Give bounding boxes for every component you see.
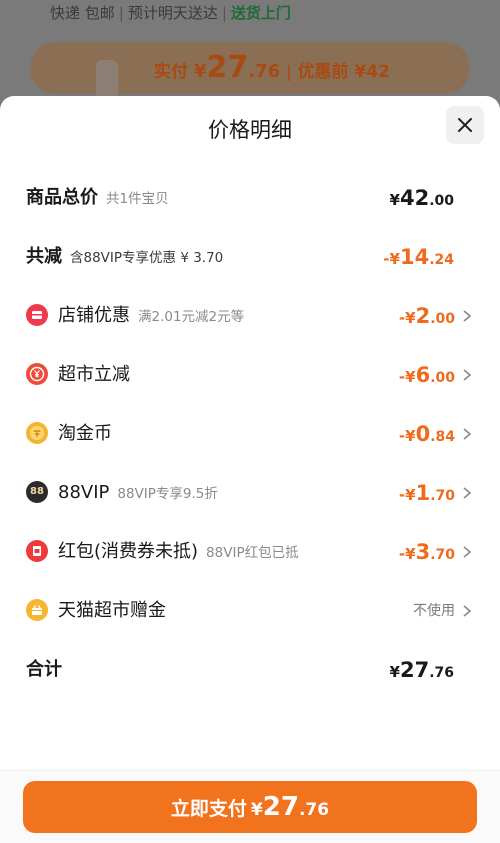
shipping-eta: 预计明天送达 [127, 4, 218, 22]
chevron-right-icon [463, 310, 472, 322]
chevron-right-icon [463, 546, 472, 558]
row-red-packet[interactable]: 红包(消费券未抵) 88VIP红包已抵 -¥3.70 [0, 532, 500, 572]
gift-icon [26, 599, 48, 621]
vip-badge-icon: 88 [26, 481, 48, 503]
chevron-right-icon [463, 428, 472, 440]
store-discount-amount: -¥2.00 [398, 304, 455, 328]
background-page: 快递 包邮 | 预计明天送达 | 送货上门 实付 ¥27.76 | 优惠前 ¥42 [0, 0, 500, 110]
row-store-discount[interactable]: 店铺优惠 满2.01元减2元等 -¥2.00 [0, 296, 500, 336]
background-price: 实付 ¥27.76 | 优惠前 ¥42 [154, 50, 390, 85]
shipping-info: 快递 包邮 | 预计明天送达 | 送货上门 [50, 4, 291, 22]
row-gold-coin[interactable]: 淘金币 -¥0.84 [0, 414, 500, 454]
close-icon [458, 118, 472, 132]
sum-amount: ¥27.76 [389, 658, 454, 682]
chevron-right-icon [463, 487, 472, 499]
row-88vip[interactable]: 88 88VIP 88VIP专享9.5折 -¥1.70 [0, 473, 500, 513]
red-packet-icon [26, 540, 48, 562]
row-market-discount[interactable]: 超市立减 -¥6.00 [0, 355, 500, 395]
goods-total-amount: ¥42.00 [389, 186, 454, 210]
chevron-right-icon [463, 369, 472, 381]
close-button[interactable] [446, 106, 484, 144]
pay-now-button[interactable]: 立即支付 ¥27.76 [23, 781, 477, 833]
price-detail-sheet: 价格明细 商品总价 共1件宝贝 ¥42.00 共减 含88VIP专享优惠 ¥ 3.7… [0, 96, 500, 842]
shipping-door: 送货上门 [230, 4, 291, 22]
market-discount-amount: -¥6.00 [398, 363, 455, 387]
total-reduction-amount: -¥14.24 [383, 245, 454, 269]
gold-coin-amount: -¥0.84 [398, 422, 455, 446]
sheet-title: 价格明细 [208, 118, 292, 142]
chevron-right-icon [463, 605, 472, 617]
row-sum: 合计 ¥27.76 [0, 650, 500, 690]
red-packet-amount: -¥3.70 [398, 540, 455, 564]
vip-discount-amount: -¥1.70 [398, 481, 455, 505]
yen-circle-icon [26, 363, 48, 385]
gift-value: 不使用 [413, 603, 455, 619]
gold-coin-icon [26, 422, 48, 444]
row-goods-total: 商品总价 共1件宝贝 ¥42.00 [0, 178, 500, 218]
product-thumbnail [96, 60, 118, 96]
bottom-bar: 立即支付 ¥27.76 [0, 770, 500, 843]
row-tmall-gift[interactable]: 天猫超市赠金 不使用 [0, 591, 500, 631]
shipping-express: 快递 包邮 [50, 4, 115, 22]
store-coupon-icon [26, 304, 48, 326]
row-total-reduction: 共减 含88VIP专享优惠 ¥ 3.70 -¥14.24 [0, 237, 500, 277]
